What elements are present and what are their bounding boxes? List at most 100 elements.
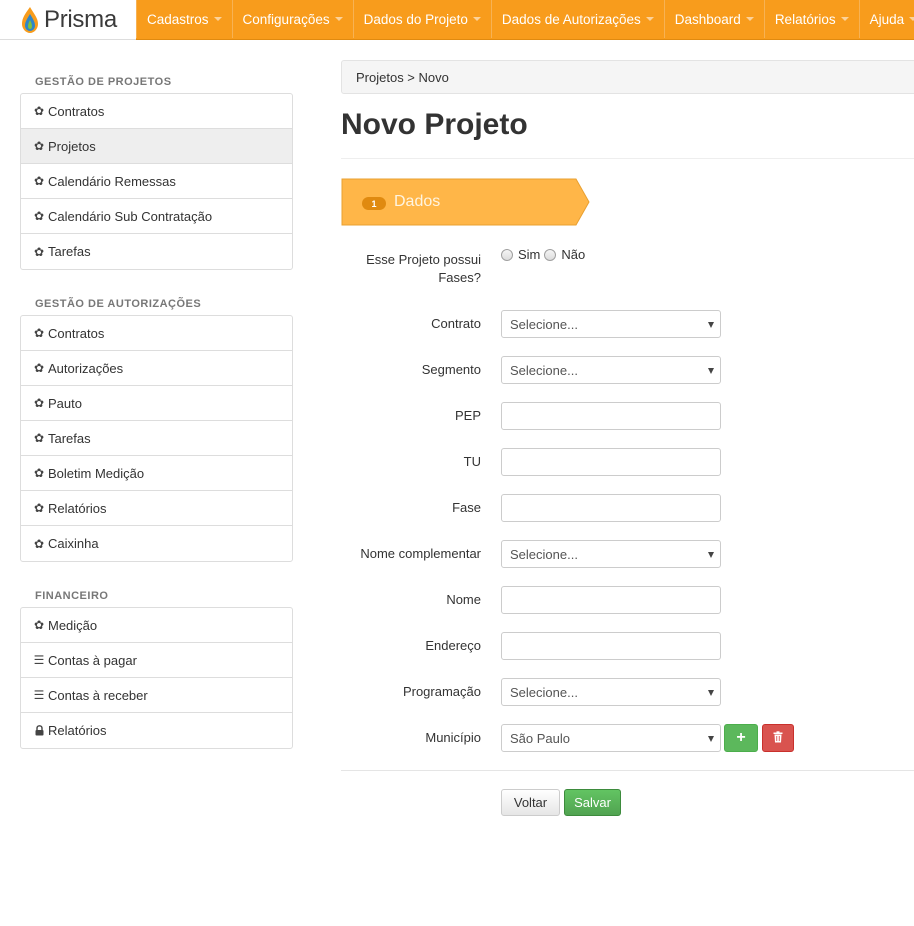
sidebar-item-relatorios-fin[interactable]: Relatórios [21,713,292,748]
list-icon: ☰ [33,688,45,702]
sidebar-item-medicao[interactable]: ✿ Medição [21,608,292,643]
nome-complementar-select[interactable]: Selecione... [501,540,721,568]
caret-down-icon [213,17,222,21]
segmento-label: Segmento [421,362,481,377]
nav-label: Dados de Autorizações [501,11,641,27]
sidebar-item-label: Relatórios [48,500,107,516]
endereco-label: Endereço [425,638,481,653]
fases-option-nao-label: Não [561,247,586,262]
trash-icon [773,730,783,746]
top-navbar: Prisma Cadastros Configurações Dados do … [0,0,914,40]
caret-down-icon [645,17,654,21]
nav-label: Dados do Projeto [363,11,468,27]
form-divider [341,770,914,771]
sidebar-item-contratos[interactable]: ✿ Contratos [21,94,292,129]
nav-configuracoes[interactable]: Configurações [231,0,353,38]
fases-option-sim-label: Sim [518,247,541,262]
fase-input[interactable] [501,494,721,522]
programacao-label: Programação [402,684,481,699]
sidebar-item-contas-pagar[interactable]: ☰ Contas à pagar [21,643,292,678]
sidebar-item-relatorios-aut[interactable]: ✿ Relatórios [21,491,292,526]
segmento-select[interactable]: Selecione... [501,356,721,384]
gear-icon: ✿ [33,618,45,632]
sidebar-item-label: Autorizações [48,360,124,376]
programacao-select[interactable]: Selecione... [501,678,721,706]
nome-label: Nome [446,592,481,607]
lock-icon [33,725,45,736]
nav-dashboard[interactable]: Dashboard [663,0,764,38]
sidebar-item-label: Contas à pagar [48,652,137,668]
nome-input[interactable] [501,586,721,614]
nav-relatorios[interactable]: Relatórios [763,0,859,38]
sidebar-item-tarefas[interactable]: ✿ Tarefas [21,234,292,269]
sidebar-item-label: Contratos [48,103,105,119]
tu-input[interactable] [501,448,721,476]
page-title: Novo Projeto [341,108,528,141]
back-button[interactable]: Voltar [501,789,560,816]
save-button[interactable]: Salvar [564,789,621,816]
sidebar-item-label: Boletim Medição [48,465,145,481]
sidebar-heading-gestao-projetos: GESTÃO DE PROJETOS [35,76,172,88]
list-icon: ☰ [33,653,45,667]
sidebar-item-tarefas-aut[interactable]: ✿ Tarefas [21,421,292,456]
endereco-input[interactable] [501,632,721,660]
sidebar-group-financeiro: ✿ Medição ☰ Contas à pagar ☰ Contas à receb… [20,607,293,749]
gear-icon: ✿ [33,501,45,515]
sidebar-item-caixinha[interactable]: ✿ Caixinha [21,526,292,561]
sidebar-group-gestao-autorizacoes: ✿ Contratos ✿ Autorizações ✿ Pauto ✿ Tarefas… [20,315,293,562]
sidebar-item-boletim-medicao[interactable]: ✿ Boletim Medição [21,456,292,491]
nav-label: Dashboard [674,11,741,27]
fases-radio-sim[interactable] [501,248,513,261]
delete-municipio-button[interactable] [762,724,794,752]
nav-cadastros[interactable]: Cadastros [136,0,232,38]
sidebar-item-label: Pauto [48,395,82,411]
sidebar-item-label: Contas à receber [48,687,148,703]
fases-radio-nao[interactable] [544,248,557,261]
caret-down-icon [840,17,849,21]
nav-label: Configurações [242,11,330,27]
contrato-select[interactable]: Selecione... [501,310,721,338]
programacao-select-value: Selecione... [510,684,578,700]
sidebar-item-projetos[interactable]: ✿ Projetos [21,129,292,164]
pep-label: PEP [454,408,481,423]
sidebar-item-label: Tarefas [48,430,91,446]
fases-label-line1: Esse Projeto possui [366,252,481,267]
municipio-select-value: São Paulo [510,730,570,746]
municipio-select[interactable]: São Paulo [501,724,721,752]
sidebar-group-gestao-projetos: ✿ Contratos ✿ Projetos ✿ Calendário Remessa… [20,93,293,270]
caret-down-icon [909,17,914,21]
add-municipio-button[interactable]: + [724,724,758,752]
contrato-select-value: Selecione... [510,316,578,332]
sidebar-item-contas-receber[interactable]: ☰ Contas à receber [21,678,292,713]
gear-icon: ✿ [33,139,45,153]
gear-icon: ✿ [33,361,45,375]
wizard-step-dados[interactable]: 1 Dados [341,178,591,226]
sidebar-item-autorizacoes[interactable]: ✿ Autorizações [21,351,292,386]
fases-label: Esse Projeto possui Fases? [331,251,481,287]
tu-label: TU [463,454,481,469]
nome-complementar-select-value: Selecione... [510,546,578,562]
step-label: Dados [394,193,441,210]
breadcrumb[interactable]: Projetos > Novo [341,60,914,94]
fases-label-line2: Fases? [438,270,481,285]
brand-name: Prisma [44,5,117,33]
gear-icon: ✿ [33,431,45,445]
pep-input[interactable] [501,402,721,430]
flame-drop-logo [20,6,40,34]
nav-dados-do-projeto[interactable]: Dados do Projeto [352,0,491,38]
sidebar-item-label: Calendário Remessas [48,173,176,189]
gear-icon: ✿ [33,174,45,188]
chevron-down-icon [708,690,714,696]
nav-dados-de-autorizacoes[interactable]: Dados de Autorizações [490,0,664,38]
caret-down-icon [472,17,481,21]
municipio-label: Município [425,730,481,745]
sidebar-item-calendario-sub-contratacao[interactable]: ✿ Calendário Sub Contratação [21,199,292,234]
brand[interactable]: Prisma [0,0,136,40]
sidebar-item-contratos-aut[interactable]: ✿ Contratos [21,316,292,351]
nav-ajuda[interactable]: Ajuda [858,0,914,38]
breadcrumb-text: Projetos > Novo [356,69,449,85]
sidebar-item-calendario-remessas[interactable]: ✿ Calendário Remessas [21,164,292,199]
sidebar-heading-financeiro: FINANCEIRO [35,590,109,602]
fase-label: Fase [452,500,481,515]
sidebar-item-pauto[interactable]: ✿ Pauto [21,386,292,421]
